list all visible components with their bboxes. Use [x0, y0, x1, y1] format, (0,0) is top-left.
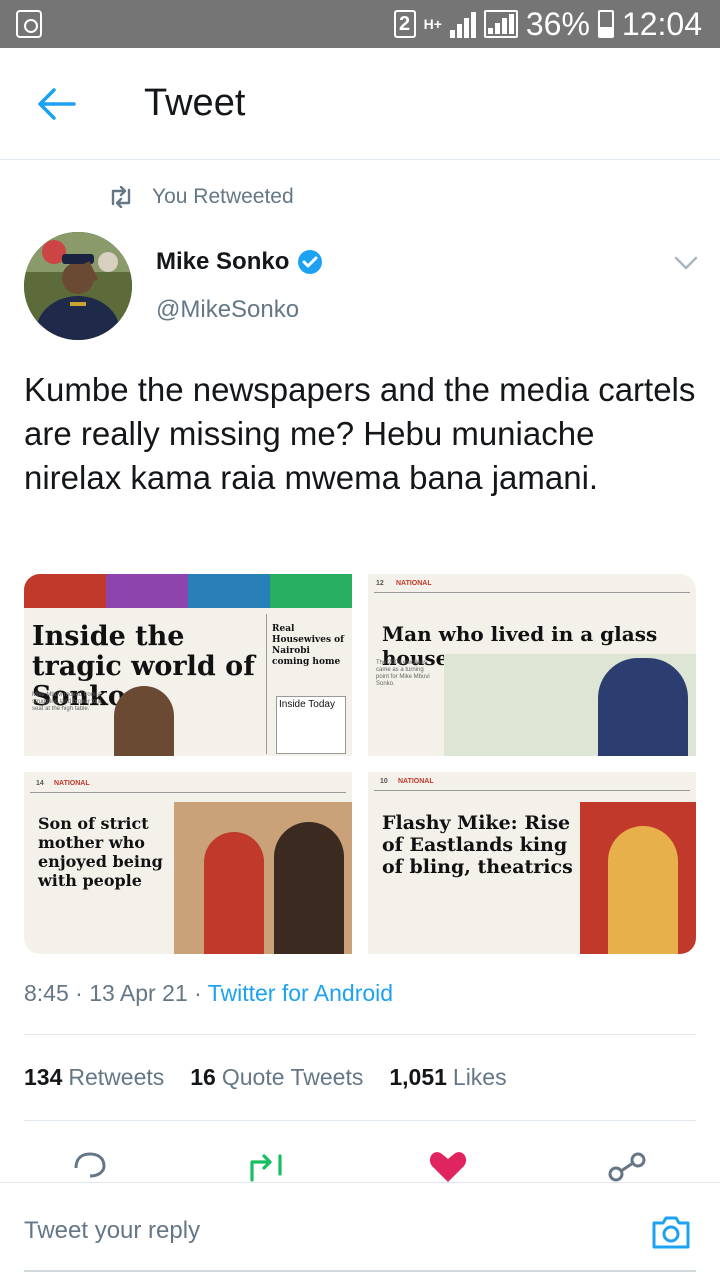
newspaper-section-2: NATIONAL [396, 580, 432, 587]
status-indicators: 2 H+ 36% 12:04 [393, 4, 702, 44]
engagement-stats: 134 Retweets 16 Quote Tweets 1,051 Likes [24, 1064, 507, 1091]
verified-badge-icon [298, 250, 323, 274]
author-handle[interactable]: @MikeSonko [156, 296, 299, 324]
newspaper-section-4: NATIONAL [398, 778, 434, 785]
retweet-icon[interactable] [244, 1150, 288, 1182]
newspaper-headline-4: Flashy Mike: Rise of Eastlands king of b… [382, 812, 573, 878]
quote-tweets-count: 16 [190, 1064, 216, 1090]
retweet-small-icon [111, 186, 131, 208]
top-app-bar: Tweet [0, 48, 720, 160]
sim-indicator: 2 [393, 10, 416, 38]
signal-icon [449, 10, 476, 38]
newspaper-page-number-3: 14 [36, 780, 44, 787]
likes-label: Likes [452, 1064, 507, 1090]
likes-stat[interactable]: 1,051 Likes [389, 1064, 506, 1091]
clock: 12:04 [621, 5, 702, 42]
tweet-meta: 8:45 · 13 Apr 21 · Twitter for Android [24, 980, 393, 1007]
reply-input[interactable]: Tweet your reply [24, 1217, 200, 1245]
reply-underline [24, 1270, 696, 1272]
author-name-row[interactable]: Mike Sonko [156, 248, 323, 276]
retweets-count: 134 [24, 1064, 63, 1090]
newspaper-page-number-4: 10 [380, 778, 388, 785]
screenshot-notification-icon [16, 10, 42, 38]
display-name[interactable]: Mike Sonko [156, 248, 289, 276]
tweet-text: Kumbe the newspapers and the media carte… [24, 371, 696, 496]
battery-icon [597, 10, 614, 38]
newspaper-section-3: NATIONAL [54, 780, 90, 787]
newspaper-sidebar-box: Inside Today [276, 696, 346, 754]
retweets-label: Retweets [68, 1064, 165, 1090]
tweet-timestamp: 8:45 · 13 Apr 21 · [24, 980, 208, 1006]
page-title: Tweet [144, 82, 246, 124]
retweet-context: You Retweeted [108, 182, 294, 212]
retweets-stat[interactable]: 134 Retweets [24, 1064, 164, 1091]
share-icon[interactable] [608, 1150, 648, 1182]
newspaper-page-number-2: 12 [376, 580, 384, 587]
tweet-source-link[interactable]: Twitter for Android [208, 980, 393, 1006]
action-bar [0, 1150, 720, 1182]
camera-icon[interactable] [650, 1213, 692, 1251]
divider [24, 1120, 696, 1121]
status-bar: 2 H+ 36% 12:04 [0, 0, 720, 48]
retweet-context-label: You Retweeted [152, 185, 294, 208]
likes-count: 1,051 [389, 1064, 447, 1090]
media-image-4[interactable]: 10 NATIONAL Flashy Mike: Rise of Eastlan… [368, 772, 696, 954]
battery-percent: 36% [525, 5, 590, 42]
media-image-3[interactable]: 14 NATIONAL Son of strict mother who enj… [24, 772, 352, 954]
media-grid: Inside the tragic world of Sonko Real Ho… [24, 574, 696, 954]
back-arrow-icon[interactable] [36, 86, 76, 122]
media-image-1[interactable]: Inside the tragic world of Sonko Real Ho… [24, 574, 352, 756]
reply-composer[interactable]: Tweet your reply [0, 1182, 720, 1280]
newspaper-headline-3: Son of strict mother who enjoyed being w… [38, 814, 163, 890]
divider [24, 1034, 696, 1035]
quote-tweets-stat[interactable]: 16 Quote Tweets [190, 1064, 363, 1091]
signal-icon-2 [483, 10, 518, 38]
newspaper-sidebar-headline: Real Housewives of Nairobi coming home [272, 624, 345, 667]
quote-tweets-label: Quote Tweets [221, 1064, 364, 1090]
reply-icon[interactable] [70, 1150, 110, 1182]
chevron-down-icon[interactable] [674, 256, 698, 270]
media-image-2[interactable]: 12 NATIONAL Man who lived in a glass hou… [368, 574, 696, 756]
heart-icon[interactable] [428, 1150, 468, 1182]
network-type: H+ [423, 16, 442, 32]
avatar[interactable] [24, 232, 132, 340]
